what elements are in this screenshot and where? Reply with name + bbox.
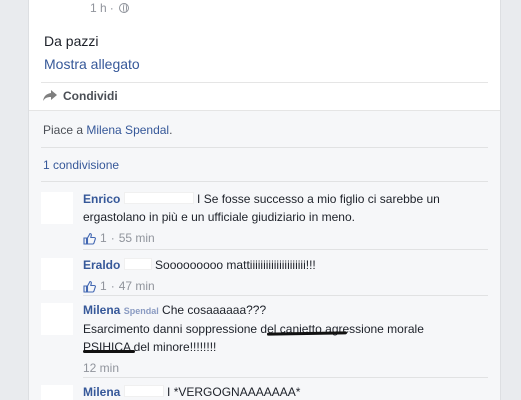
comment-author[interactable]: Enrico: [83, 192, 120, 206]
likes-suffix: .: [169, 123, 173, 137]
avatar[interactable]: [41, 192, 73, 224]
thumbs-up-icon[interactable]: [83, 232, 96, 245]
comment-text: Che cosaaaaaa???: [162, 303, 267, 317]
liker-link[interactable]: Milena Spendal: [86, 123, 169, 137]
comment-author[interactable]: Eraldo: [83, 258, 120, 272]
avatar[interactable]: [41, 303, 73, 335]
redacted-name: [123, 385, 164, 397]
comment-like-count: 1: [100, 279, 107, 293]
likes-prefix: Piace a: [43, 123, 84, 137]
comment-author[interactable]: Milena: [83, 303, 120, 317]
comment-time[interactable]: 47 min: [119, 277, 155, 295]
meta-dot: ·: [110, 231, 115, 245]
redacted-name: [123, 258, 152, 270]
comment-meta: 12 min: [83, 359, 488, 377]
divider: [41, 147, 488, 148]
comment-time[interactable]: 12 min: [83, 359, 119, 377]
avatar[interactable]: [41, 258, 73, 290]
post-footer: Piace a Milena Spendal. 1 condivisione E…: [29, 110, 500, 400]
meta-dot: ·: [109, 1, 114, 15]
divider: [41, 181, 488, 182]
divider: [83, 249, 488, 250]
comment-time[interactable]: 55 min: [119, 229, 155, 247]
comment-text: Sooooooooo mattiiiiiiiiiiiiiiiiiiiii!!!: [155, 258, 316, 272]
divider: [83, 377, 488, 378]
share-label: Condividi: [63, 89, 118, 103]
divider: [83, 295, 488, 296]
meta-dot: ·: [110, 279, 115, 293]
comment-body: Eraldo Sooooooooo mattiiiiiiiiiiiiiiiiii…: [83, 256, 488, 295]
divider: [41, 82, 488, 83]
comment-body: Milena I *VERGOGNAAAAAAA*: [83, 383, 488, 400]
post-meta: 1 h ·: [90, 1, 129, 15]
ink-underline: [83, 350, 135, 353]
shares-link[interactable]: 1 condivisione: [43, 158, 119, 172]
comment-author[interactable]: Milena: [83, 385, 120, 399]
comment-body: Enrico I Se fosse successo a mio figlio …: [83, 190, 488, 247]
redacted-name: [123, 192, 194, 204]
post-time[interactable]: 1 h: [90, 1, 107, 15]
share-arrow-icon: [43, 90, 57, 101]
thumbs-up-icon[interactable]: [83, 280, 96, 293]
show-attachment-link[interactable]: Mostra allegato: [44, 56, 140, 72]
comment-meta: 1 · 47 min: [83, 277, 488, 295]
post-text: Da pazzi: [44, 33, 99, 49]
comment-meta: 1 · 55 min: [83, 229, 488, 247]
avatar[interactable]: [41, 385, 73, 400]
comment-author-surname[interactable]: Spendal: [124, 306, 159, 316]
comment-text: I *VERGOGNAAAAAAA*: [167, 385, 301, 399]
comment-like-count: 1: [100, 231, 107, 245]
likes-summary: Piace a Milena Spendal.: [43, 123, 172, 137]
share-button[interactable]: Condividi: [43, 89, 118, 103]
post-card: 1 h · Da pazzi Mostra allegato Condividi…: [28, 0, 501, 400]
globe-icon: [118, 3, 129, 13]
comment-body: Milena Spendal Che cosaaaaaa??? Esarcime…: [83, 301, 488, 377]
comment-text: Esarcimento danni soppressione del canie…: [83, 322, 424, 336]
